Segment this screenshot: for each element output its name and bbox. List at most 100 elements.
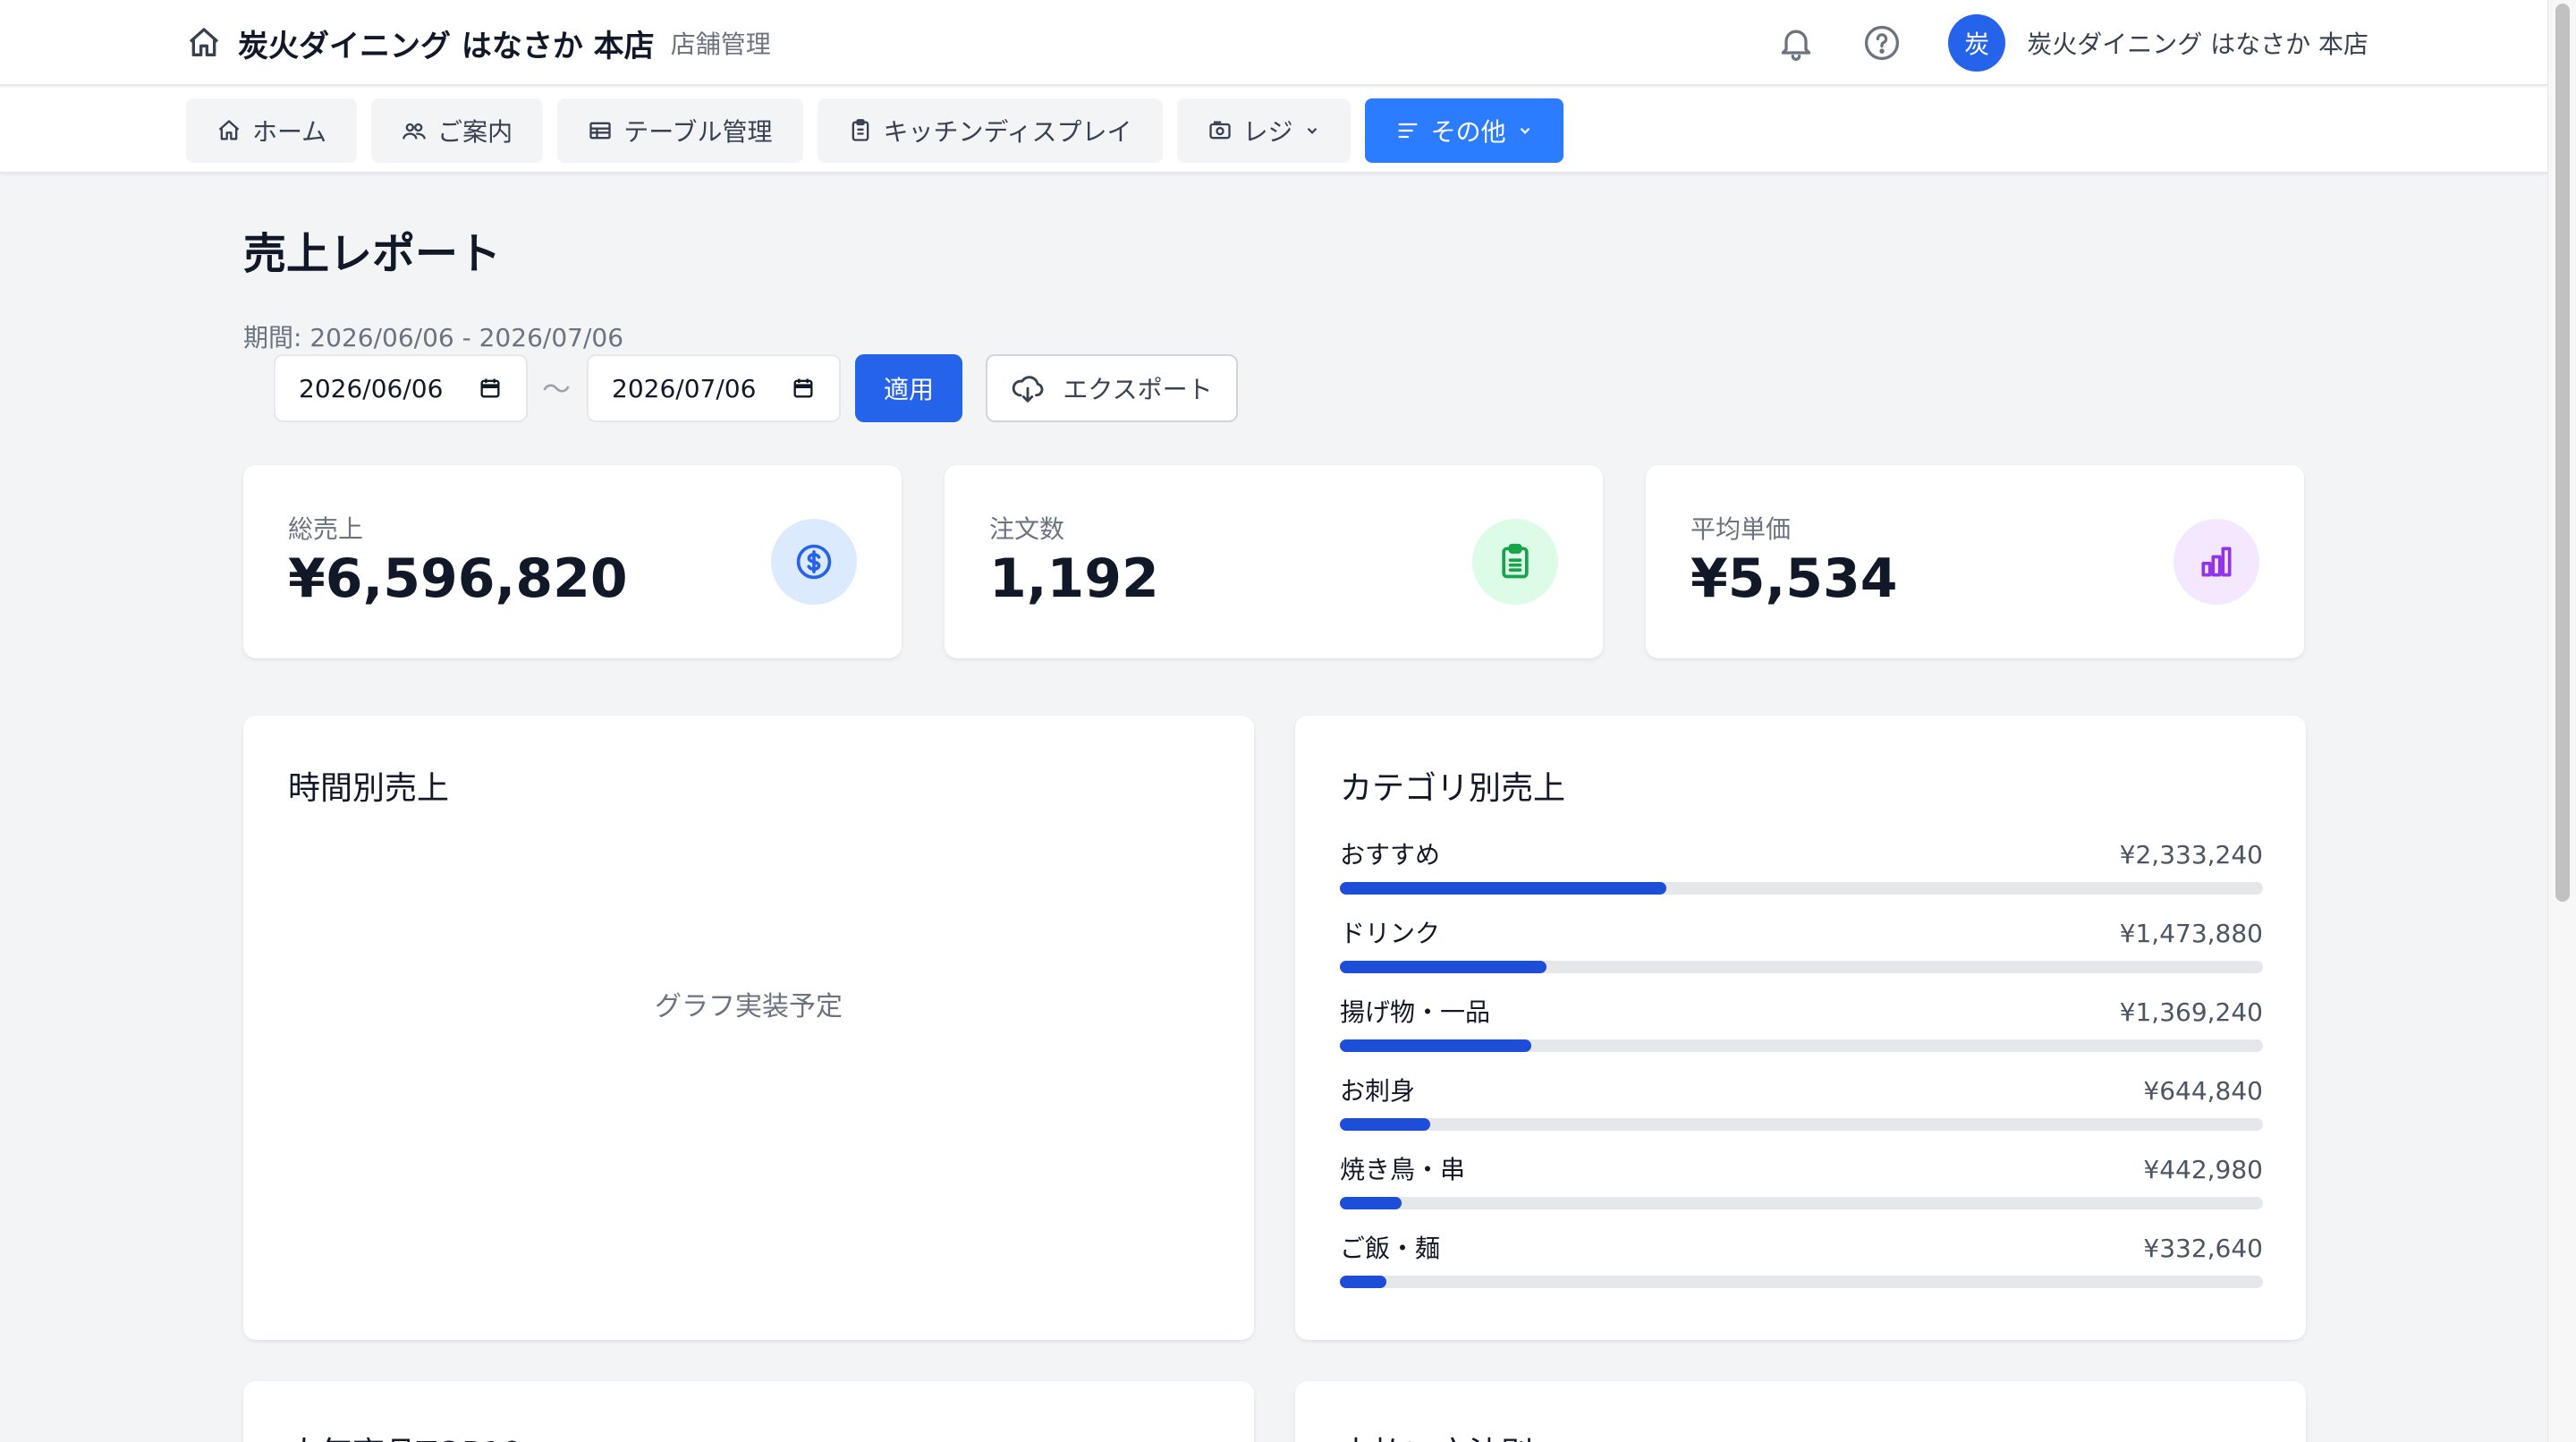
start-date-value: 2026/06/06 <box>299 373 444 403</box>
nav-guide[interactable]: ご案内 <box>371 98 544 163</box>
panel-title: 時間別売上 <box>288 770 450 807</box>
scrollbar[interactable] <box>2547 0 2576 1442</box>
clipboard-icon <box>852 119 869 141</box>
stat-value: 1,192 <box>989 547 1159 610</box>
category-sales-panel: カテゴリ別売上 おすすめ ¥2,333,240 ドリンク ¥1,473,880 揚げ… <box>1295 716 2306 1340</box>
nav-home-label: ホーム <box>252 117 327 147</box>
bar-fill <box>1340 882 1666 895</box>
scrollbar-thumb[interactable] <box>2555 4 2570 902</box>
bar-fill <box>1340 1039 1532 1052</box>
apply-button[interactable]: 適用 <box>855 354 962 422</box>
bar-fill <box>1340 1118 1430 1131</box>
store-name: 炭火ダイニング はなさか 本店 <box>238 28 655 64</box>
bar-chart-icon <box>2201 547 2232 577</box>
category-row: おすすめ ¥2,333,240 <box>1340 839 2263 895</box>
nav-home[interactable]: ホーム <box>186 98 358 163</box>
stat-label: 注文数 <box>989 514 1065 544</box>
range-separator: 〜 <box>542 372 572 406</box>
bell-icon[interactable] <box>1776 23 1816 63</box>
category-name: 焼き鳥・串 <box>1340 1155 1466 1184</box>
export-label: エクスポート <box>1063 375 1213 404</box>
category-amount: ¥2,333,240 <box>2119 840 2263 869</box>
nav-other[interactable]: その他 <box>1364 98 1563 163</box>
category-amount: ¥442,980 <box>2143 1155 2263 1184</box>
category-name: ご飯・麺 <box>1340 1234 1441 1263</box>
menu-icon <box>1398 123 1418 139</box>
hourly-sales-panel: 時間別売上 グラフ実装予定 <box>243 716 1254 1340</box>
category-amount: ¥1,369,240 <box>2119 997 2263 1027</box>
stat-card-average-price: 平均単価 ¥5,534 <box>1646 465 2304 658</box>
calendar-icon[interactable] <box>791 376 816 401</box>
cloud-download-icon <box>1013 376 1044 403</box>
nav-register-label: レジ <box>1242 117 1293 147</box>
stat-label: 平均単価 <box>1690 514 1792 544</box>
register-icon <box>1208 121 1231 140</box>
payment-method-panel: 支払い方法別 <box>1295 1381 2306 1442</box>
stat-label: 総売上 <box>288 514 364 544</box>
stat-value: ¥6,596,820 <box>288 547 628 610</box>
export-button[interactable]: エクスポート <box>986 354 1238 422</box>
table-icon <box>589 122 611 140</box>
period-label: 期間: 2026/06/06 - 2026/07/06 <box>243 323 624 352</box>
bar-fill <box>1340 1276 1387 1288</box>
home-icon <box>189 28 219 56</box>
bar-track <box>1340 1039 2263 1052</box>
home-icon <box>218 120 240 140</box>
category-name: 揚げ物・一品 <box>1340 997 1491 1027</box>
top-header: 炭火ダイニング はなさか 本店 店舗管理 炭 炭火ダイニング はなさか 本店 <box>0 0 2547 86</box>
category-row: ご飯・麺 ¥332,640 <box>1340 1233 2263 1288</box>
help-icon[interactable] <box>1862 23 1902 63</box>
nav-register[interactable]: レジ <box>1176 98 1351 163</box>
bar-track <box>1340 1118 2263 1131</box>
nav-table-label: テーブル管理 <box>623 117 773 147</box>
stat-icon-wrap <box>1472 519 1558 605</box>
bar-track <box>1340 1197 2263 1209</box>
category-name: おすすめ <box>1340 840 1441 869</box>
brand[interactable]: 炭火ダイニング はなさか 本店 店舗管理 <box>186 20 771 66</box>
stat-icon-wrap <box>771 519 857 605</box>
start-date-input[interactable]: 2026/06/06 <box>274 354 528 422</box>
nav-guide-label: ご案内 <box>437 117 513 147</box>
category-row: ドリンク ¥1,473,880 <box>1340 918 2263 973</box>
chevron-down-icon <box>1307 127 1317 134</box>
top-products-panel: 人気商品TOP10 <box>243 1381 1254 1442</box>
dollar-icon <box>796 544 832 580</box>
bar-track <box>1340 961 2263 973</box>
calendar-icon[interactable] <box>478 376 503 401</box>
stat-card-orders: 注文数 1,192 <box>945 465 1603 658</box>
stat-icon-wrap <box>2174 519 2259 605</box>
end-date-value: 2026/07/06 <box>612 373 757 403</box>
category-name: ドリンク <box>1340 919 1441 948</box>
panel-title: カテゴリ別売上 <box>1340 770 1566 807</box>
user-name[interactable]: 炭火ダイニング はなさか 本店 <box>2027 25 2368 61</box>
nav-kitchen-display[interactable]: キッチンディスプレイ <box>817 98 1163 163</box>
header-actions: 炭 炭火ダイニング はなさか 本店 <box>1730 14 2368 72</box>
page-title: 売上レポート <box>243 229 502 279</box>
chevron-down-icon <box>1520 127 1530 134</box>
chart-placeholder: グラフ実装予定 <box>655 991 843 1022</box>
category-name: お刺身 <box>1340 1076 1416 1106</box>
category-amount: ¥644,840 <box>2143 1076 2263 1106</box>
stat-value: ¥5,534 <box>1690 547 1898 610</box>
category-amount: ¥332,640 <box>2143 1234 2263 1263</box>
panel-title: 人気商品TOP10 <box>288 1428 522 1442</box>
bar-track <box>1340 882 2263 895</box>
bar-track <box>1340 1276 2263 1288</box>
stat-card-total-sales: 総売上 ¥6,596,820 <box>243 465 902 658</box>
nav-other-label: その他 <box>1430 117 1506 147</box>
category-row: 揚げ物・一品 ¥1,369,240 <box>1340 997 2263 1052</box>
users-icon <box>402 123 427 140</box>
nav-kitchen-label: キッチンディスプレイ <box>883 117 1132 147</box>
bar-fill <box>1340 1197 1402 1209</box>
nav-table-management[interactable]: テーブル管理 <box>557 98 803 163</box>
end-date-input[interactable]: 2026/07/06 <box>587 354 841 422</box>
store-subtitle: 店舗管理 <box>670 30 771 59</box>
clipboard-icon <box>1502 543 1529 579</box>
bar-fill <box>1340 961 1546 973</box>
category-amount: ¥1,473,880 <box>2119 919 2263 948</box>
nav-tabs: ホーム ご案内 テーブル管理 キッチンディスプレイ レジ その他 <box>186 98 1578 163</box>
category-row: お刺身 ¥644,840 <box>1340 1075 2263 1131</box>
category-row: 焼き鳥・串 ¥442,980 <box>1340 1154 2263 1209</box>
nav-bar: ホーム ご案内 テーブル管理 キッチンディスプレイ レジ その他 <box>0 88 2547 174</box>
avatar[interactable]: 炭 <box>1948 14 2006 72</box>
